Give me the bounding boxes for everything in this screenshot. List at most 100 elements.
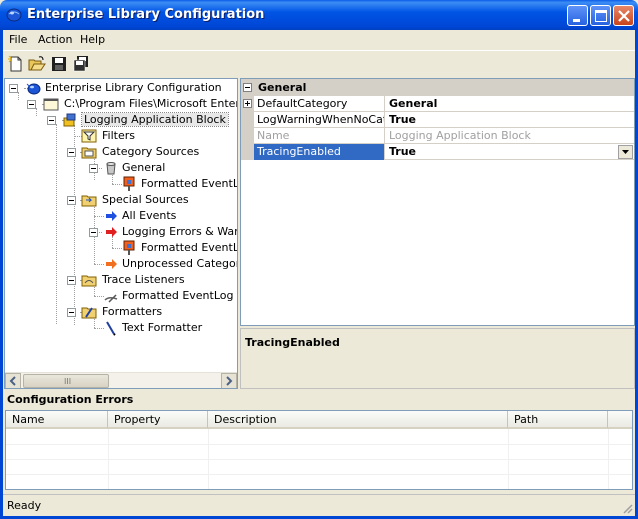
tree-node-special-sources[interactable]: Special Sources xyxy=(5,192,237,208)
orange-arrow-icon xyxy=(106,259,117,269)
block-icon xyxy=(63,113,76,127)
tree-node-label: C:\Program Files\Microsoft Enterprise Li… xyxy=(64,97,237,110)
tree-node-logging-errors[interactable]: Logging Errors & Warnings xyxy=(5,224,237,240)
filter-icon xyxy=(81,129,97,143)
property-row-tracingenabled[interactable]: TracingEnabled True xyxy=(241,144,634,160)
table-row xyxy=(6,431,632,445)
collapse-toggle[interactable] xyxy=(9,84,18,93)
status-bar: Ready xyxy=(3,494,635,516)
tree-node-label: Category Sources xyxy=(102,145,200,158)
tree-node-label: General xyxy=(122,161,166,174)
property-name: Name xyxy=(254,128,385,144)
toolbar xyxy=(3,50,635,76)
pen-icon xyxy=(104,294,118,303)
collapse-toggle[interactable] xyxy=(89,228,98,237)
tree-node-formatted-eventlog[interactable]: Formatted EventLog TraceListener xyxy=(5,240,237,256)
listener-icon xyxy=(123,176,135,191)
scroll-left-button[interactable] xyxy=(5,373,21,388)
tree-node-formatted-eventlog-listener[interactable]: Formatted EventLog TraceListener xyxy=(5,288,237,304)
table-row xyxy=(6,461,632,475)
folder-icon xyxy=(81,195,97,207)
tree-node-label: Formatted EventLog TraceListener xyxy=(122,289,237,302)
tree-node-trace-listeners[interactable]: Trace Listeners xyxy=(5,272,237,288)
property-category-general[interactable]: General xyxy=(241,79,634,96)
tree-node-formatted-eventlog[interactable]: Formatted EventLog TraceListener xyxy=(5,176,237,192)
scroll-thumb[interactable]: III xyxy=(23,374,109,388)
menu-bar: File Action Help xyxy=(3,30,635,50)
minimize-icon xyxy=(573,19,580,22)
title-bar[interactable]: Enterprise Library Configuration xyxy=(0,0,638,30)
property-row-name[interactable]: Name Logging Application Block xyxy=(241,128,634,144)
tree-node-all-events[interactable]: All Events xyxy=(5,208,237,224)
property-grid[interactable]: General DefaultCategory General LogWarni… xyxy=(240,78,635,326)
tree-node-label: Trace Listeners xyxy=(102,273,185,286)
tree-node-logging-block[interactable]: Logging Application Block xyxy=(5,112,237,128)
property-value[interactable]: True xyxy=(386,144,634,160)
tree-node-config-file[interactable]: C:\Program Files\Microsoft Enterprise Li… xyxy=(5,96,237,112)
property-value[interactable]: General xyxy=(386,96,634,112)
tree-node-category-sources[interactable]: Category Sources xyxy=(5,144,237,160)
window-icon xyxy=(43,98,59,111)
configuration-tree[interactable]: Enterprise Library Configuration C:\Prog… xyxy=(4,78,238,389)
tree-horizontal-scrollbar[interactable]: III xyxy=(5,372,237,388)
chevron-right-icon xyxy=(226,376,233,386)
collapse-toggle[interactable] xyxy=(47,116,56,125)
chevron-down-icon xyxy=(622,150,629,154)
tree-node-root[interactable]: Enterprise Library Configuration xyxy=(5,80,237,96)
tree-node-label: Formatters xyxy=(102,305,163,318)
collapse-toggle[interactable] xyxy=(67,148,76,157)
property-row-logwarning[interactable]: LogWarningWhenNoCategoriesMatch True xyxy=(241,112,634,128)
save-icon[interactable] xyxy=(50,55,68,73)
bucket-icon xyxy=(106,162,116,175)
scroll-right-button[interactable] xyxy=(221,373,237,388)
property-name: DefaultCategory xyxy=(254,96,385,112)
collapse-toggle[interactable] xyxy=(67,276,76,285)
save-all-icon[interactable] xyxy=(72,55,90,73)
collapse-toggle[interactable] xyxy=(67,196,76,205)
collapse-toggle[interactable] xyxy=(89,164,98,173)
minimize-button[interactable] xyxy=(567,5,588,26)
scroll-grip: III xyxy=(64,377,72,386)
window-title: Enterprise Library Configuration xyxy=(27,7,265,22)
value-dropdown-button[interactable] xyxy=(618,145,633,159)
property-name: TracingEnabled xyxy=(254,144,385,160)
tree-node-formatters[interactable]: Formatters xyxy=(5,304,237,320)
red-arrow-icon xyxy=(106,227,117,237)
column-header-filler xyxy=(608,411,632,429)
row-gutter xyxy=(241,144,254,160)
menu-action[interactable]: Action xyxy=(38,33,72,46)
tree-node-label: All Events xyxy=(122,209,177,222)
property-description: TracingEnabled xyxy=(240,328,635,389)
column-header-name[interactable]: Name xyxy=(6,411,108,429)
tree-node-unprocessed-category[interactable]: Unprocessed Category xyxy=(5,256,237,272)
tree-node-label: Enterprise Library Configuration xyxy=(45,81,222,94)
tree-node-filters[interactable]: Filters xyxy=(5,128,237,144)
tree-node-text-formatter[interactable]: Text Formatter xyxy=(5,320,237,336)
expand-toggle[interactable] xyxy=(243,99,252,108)
errors-list[interactable]: Name Property Description Path xyxy=(5,410,633,490)
open-icon[interactable] xyxy=(28,55,46,73)
category-collapse-toggle[interactable] xyxy=(243,83,252,92)
collapse-toggle[interactable] xyxy=(67,308,76,317)
collapse-toggle[interactable] xyxy=(27,100,36,109)
column-header-property[interactable]: Property xyxy=(108,411,208,429)
column-divider xyxy=(208,429,209,489)
folder-icon xyxy=(81,147,97,159)
column-header-path[interactable]: Path xyxy=(508,411,608,429)
description-title: TracingEnabled xyxy=(245,336,340,349)
property-value[interactable]: True xyxy=(386,112,634,128)
column-divider xyxy=(508,429,509,489)
resize-grip-icon[interactable] xyxy=(621,502,633,514)
maximize-icon xyxy=(595,10,607,22)
tree-node-general[interactable]: General xyxy=(5,160,237,176)
maximize-button[interactable] xyxy=(590,5,611,26)
column-divider xyxy=(608,429,609,489)
folder-icon xyxy=(81,307,97,319)
column-header-description[interactable]: Description xyxy=(208,411,508,429)
chevron-left-icon xyxy=(9,376,16,386)
menu-file[interactable]: File xyxy=(9,33,27,46)
close-button[interactable] xyxy=(613,5,634,26)
new-icon[interactable] xyxy=(7,55,25,73)
menu-help[interactable]: Help xyxy=(80,33,105,46)
property-row-defaultcategory[interactable]: DefaultCategory General xyxy=(241,96,634,112)
